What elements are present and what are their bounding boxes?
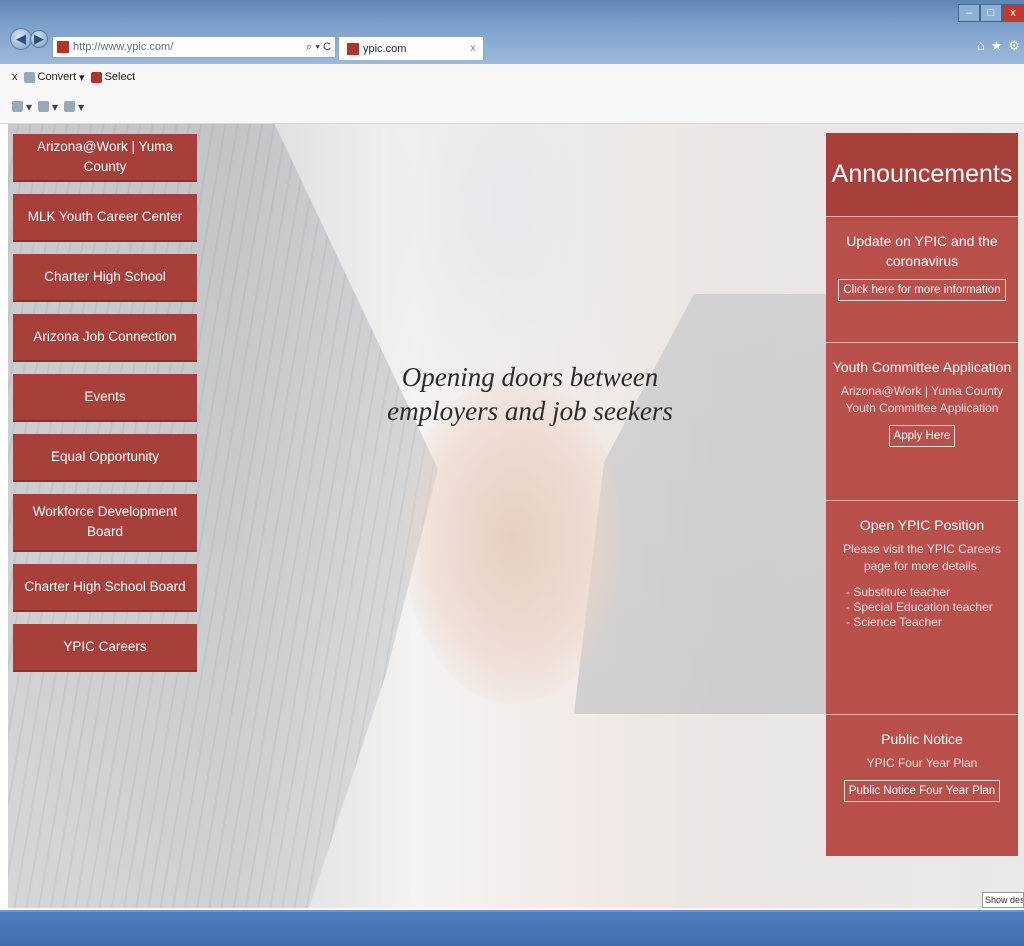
safety-menu-button[interactable]: ▾ [64, 100, 84, 114]
announcement-youth-committee: Youth Committee Application Arizona@Work… [826, 343, 1018, 501]
sidebar-item-events[interactable]: Events [13, 374, 197, 422]
select-icon [90, 71, 102, 83]
search-refresh-icon[interactable]: ⌕ ▾ C [306, 41, 335, 54]
sidebar-item-workforce-development-board[interactable]: Workforce Development Board [13, 494, 197, 552]
list-item: - Substitute teacher [846, 585, 951, 599]
print-icon [38, 101, 50, 112]
sidebar-nav: Arizona@Work | Yuma County MLK Youth Car… [13, 134, 197, 672]
convert-label: Convert [37, 71, 77, 83]
list-item: - Science Teacher [846, 615, 942, 629]
announcement-title: Youth Committee Application [832, 359, 1012, 375]
sidebar-item-equal-opportunity[interactable]: Equal Opportunity [13, 434, 197, 482]
tab-close-icon[interactable]: x [463, 43, 483, 54]
sidebar-item-charter-high-school[interactable]: Charter High School [13, 254, 197, 302]
convert-icon [23, 71, 35, 83]
sidebar-item-charter-high-school-board[interactable]: Charter High School Board [13, 564, 197, 612]
apply-here-button[interactable]: Apply Here [888, 425, 956, 447]
sidebar-item-mlk-youth-career-center[interactable]: MLK Youth Career Center [13, 194, 197, 242]
announcements-panel: Announcements Update on YPIC and the cor… [826, 133, 1018, 856]
toolbar-close-icon[interactable]: x [12, 71, 18, 83]
announcement-text: Please visit the YPIC Careers page for m… [843, 542, 1001, 573]
minimize-button[interactable]: – [958, 4, 980, 22]
announcement-text: YPIC Four Year Plan [866, 756, 978, 770]
announcement-text: Arizona@Work | Yuma County Youth Committ… [840, 384, 1004, 415]
safety-icon [64, 101, 76, 112]
more-information-button[interactable]: Click here for more information [838, 279, 1006, 301]
back-arrow-icon: ◀ [16, 31, 26, 46]
window-controls: – □ x [958, 4, 1024, 22]
back-button[interactable]: ◀ [10, 28, 32, 50]
hero-tagline: Opening doors between employers and job … [320, 360, 740, 428]
taskbar [0, 910, 1024, 946]
sidebar-item-arizona-job-connection[interactable]: Arizona Job Connection [13, 314, 197, 362]
chrome-icons: ⌂ ★ ⚙ [977, 38, 1020, 54]
hero-shirt-shape [388, 124, 628, 384]
favorites-star-icon[interactable]: ★ [991, 38, 1003, 54]
announcement-title: Public Notice [881, 731, 963, 747]
announcement-title: Update on YPIC and the coronavirus [846, 233, 998, 269]
address-bar[interactable]: http://www.ypic.com/ ⌕ ▾ C [52, 36, 336, 58]
home-icon[interactable]: ⌂ [977, 38, 985, 54]
announcements-heading: Announcements [826, 133, 1018, 217]
browser-titlebar: ◀ ▶ http://www.ypic.com/ ⌕ ▾ C ypic.com … [0, 0, 1024, 64]
position-list: - Substitute teacher - Special Education… [846, 585, 1012, 630]
announcement-public-notice: Public Notice YPIC Four Year Plan Public… [826, 715, 1018, 856]
sidebar-item-ypic-careers[interactable]: YPIC Careers [13, 624, 197, 672]
announcement-coronavirus: Update on YPIC and the coronavirus Click… [826, 217, 1018, 343]
list-item: - Special Education teacher [846, 600, 993, 614]
convert-dropdown-icon[interactable]: ▾ [79, 71, 85, 84]
convert-button[interactable]: Convert ▾ [23, 71, 85, 84]
tagline-line-1: Opening doors between [401, 362, 659, 392]
forward-arrow-icon: ▶ [34, 31, 44, 46]
public-notice-plan-button[interactable]: Public Notice Four Year Plan [843, 780, 1001, 802]
tagline-line-2: employers and job seekers [387, 396, 673, 426]
print-menu-button[interactable]: ▾ [38, 100, 58, 114]
sidebar-item-arizona-at-work[interactable]: Arizona@Work | Yuma County [13, 134, 197, 182]
show-desktop-button[interactable]: Show desktop [982, 892, 1024, 908]
close-window-button[interactable]: x [1002, 4, 1024, 22]
forward-button[interactable]: ▶ [30, 30, 48, 48]
page-toolbar: ▾ ▾ ▾ [0, 90, 1024, 124]
browser-tab[interactable]: ypic.com x [338, 36, 484, 60]
announcement-title: Open YPIC Position [859, 517, 985, 533]
maximize-button[interactable]: □ [980, 4, 1002, 22]
site-favicon-icon [57, 41, 69, 53]
select-button[interactable]: Select [90, 71, 136, 83]
settings-gear-icon[interactable]: ⚙ [1008, 38, 1020, 54]
announcement-open-position: Open YPIC Position Please visit the YPIC… [826, 501, 1018, 715]
command-toolbar: x Convert ▾ Select [0, 64, 1024, 90]
address-text[interactable]: http://www.ypic.com/ [73, 41, 306, 53]
tab-favicon-icon [347, 42, 359, 55]
tab-title: ypic.com [363, 42, 407, 55]
page-menu-button[interactable]: ▾ [12, 100, 32, 114]
page-icon [12, 101, 23, 112]
select-label: Select [104, 71, 136, 83]
